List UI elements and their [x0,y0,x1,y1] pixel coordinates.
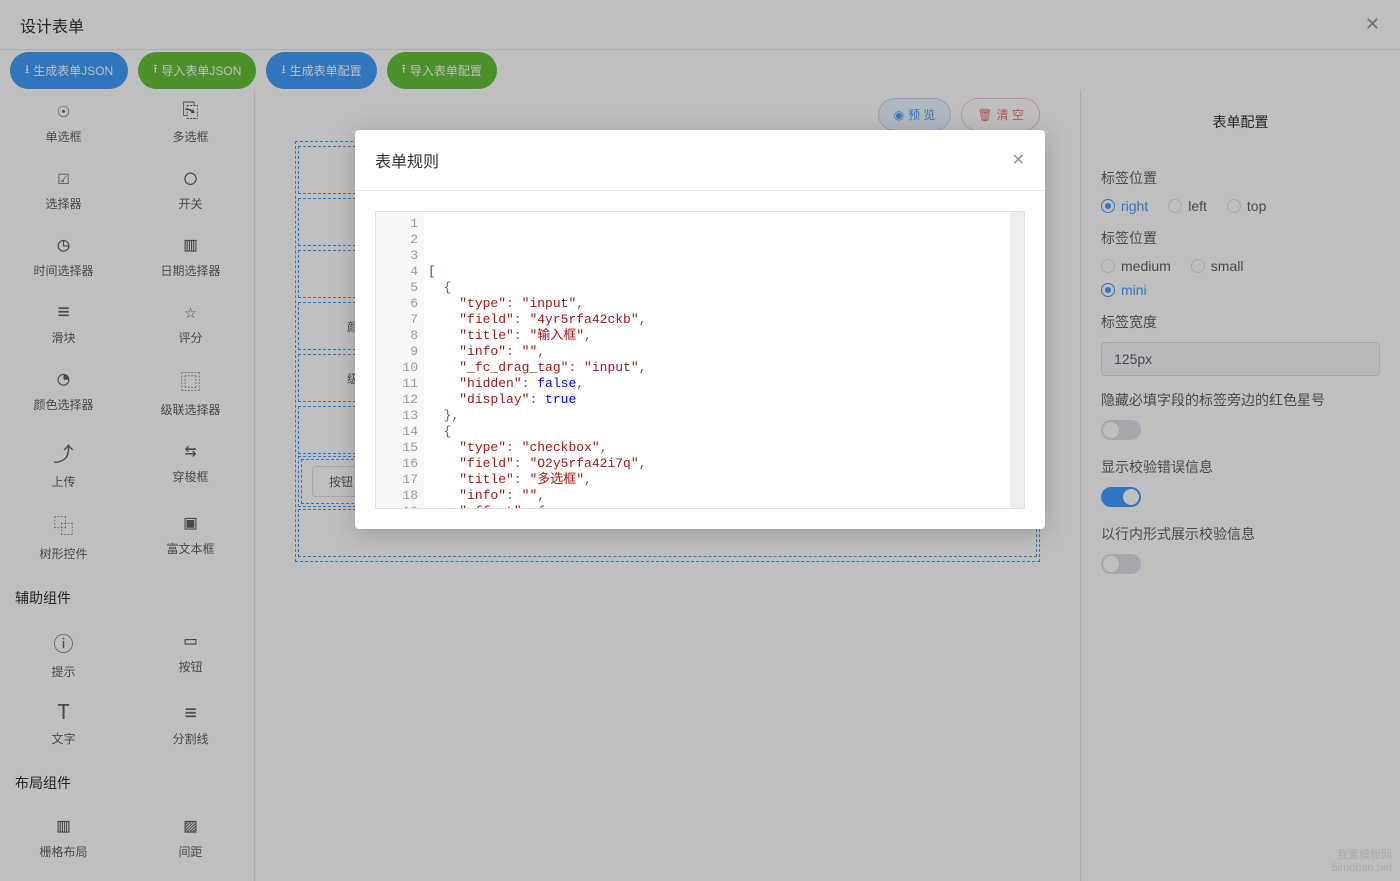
line-number-gutter: 12345678910111213141516171819 [376,212,424,508]
watermark: 我爱模板网 5imoban.net [1331,849,1392,875]
dialog-title: 表单规则 [375,148,1012,172]
code-editor[interactable]: 12345678910111213141516171819 [ { "type"… [375,211,1025,509]
dialog-header: 表单规则 ✕ [355,130,1045,191]
form-rules-dialog: 表单规则 ✕ 12345678910111213141516171819 [ {… [355,130,1045,529]
close-icon[interactable]: ✕ [1012,150,1025,170]
code-minimap [1010,212,1024,508]
modal-overlay[interactable]: 表单规则 ✕ 12345678910111213141516171819 [ {… [0,0,1400,881]
code-content[interactable]: [ { "type": "input", "field": "4yr5rfa42… [424,212,1024,508]
